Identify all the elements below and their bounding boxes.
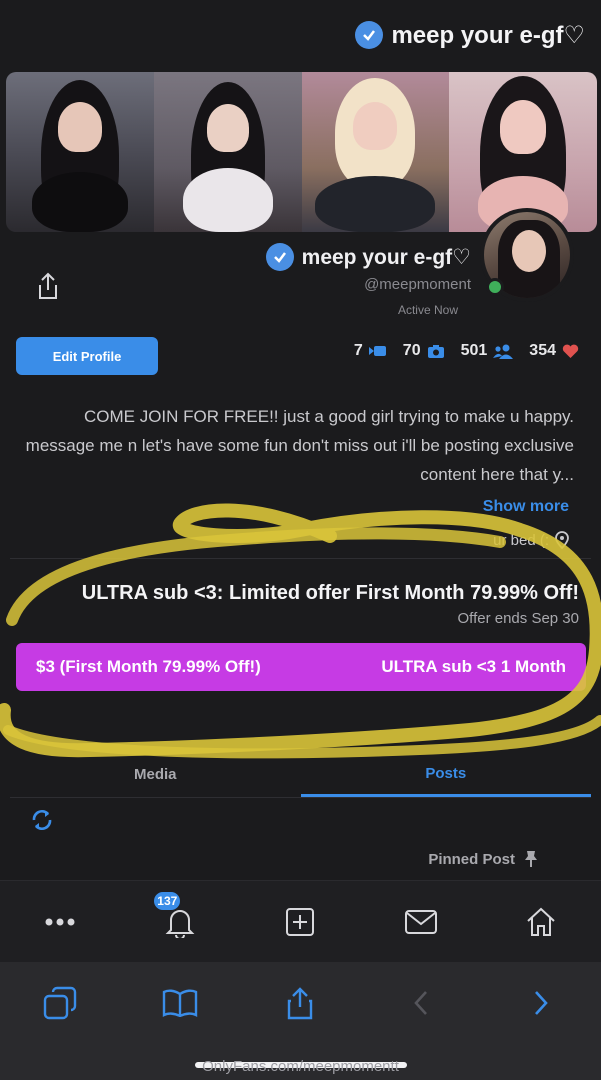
profile-name-row: meep your e-gf♡: [265, 243, 471, 271]
content-tabs: Media Posts: [10, 752, 591, 798]
book-icon: [163, 989, 198, 1017]
more-button[interactable]: [40, 902, 80, 942]
offer-title: ULTRA sub <3: Limited offer First Month …: [81, 582, 579, 604]
mail-icon: [404, 909, 437, 934]
profile-stats: 7 70 501 354: [354, 342, 579, 360]
chevron-left-icon: [413, 991, 427, 1015]
cover-image: [6, 72, 154, 232]
new-post-button[interactable]: [280, 902, 320, 942]
forward-button[interactable]: [401, 983, 441, 1023]
heart-icon: [562, 344, 579, 358]
subscribe-price: $3 (First Month 79.99% Off!): [36, 657, 261, 676]
share-button[interactable]: [34, 270, 62, 302]
home-icon: [527, 907, 555, 936]
refresh-icon[interactable]: [30, 808, 54, 832]
tabs-icon: [43, 986, 77, 1020]
subscribe-button[interactable]: $3 (First Month 79.99% Off!) ULTRA sub <…: [16, 643, 586, 691]
pin-icon: [525, 851, 537, 867]
location: ur bed (:: [493, 531, 569, 549]
cover-image: [153, 72, 302, 232]
cover-image: [301, 72, 450, 232]
plus-square-icon: [286, 907, 315, 936]
tabs-button[interactable]: [40, 983, 80, 1023]
messages-button[interactable]: [401, 902, 441, 942]
active-status: Active Now: [397, 303, 458, 317]
verified-badge-icon: [265, 243, 294, 271]
top-header: meep your e-gf♡: [0, 0, 601, 70]
tab-posts[interactable]: Posts: [300, 752, 591, 797]
chevron-right-icon: [534, 991, 548, 1015]
page-title: meep your e-gf♡: [391, 21, 585, 49]
pinned-post-label: Pinned Post: [428, 850, 539, 868]
share-icon: [39, 272, 57, 299]
verified-badge-icon: [355, 21, 384, 49]
stat-fans[interactable]: 501: [461, 342, 514, 360]
notifications-badge: 137: [152, 889, 183, 912]
notifications-button[interactable]: 137: [152, 889, 200, 942]
profile-handle: @meepmoment: [364, 276, 471, 293]
video-icon: [368, 346, 386, 356]
location-pin-icon: [555, 531, 569, 549]
url-text[interactable]: OnlyFans.com/meepmomentt: [0, 1058, 601, 1075]
stat-photos[interactable]: 70: [403, 342, 445, 360]
show-more-link[interactable]: Show more: [483, 498, 569, 516]
home-button[interactable]: [521, 902, 561, 942]
back-button[interactable]: [521, 983, 561, 1023]
subscribe-plan: ULTRA sub <3 1 Month: [381, 657, 566, 676]
edit-profile-button[interactable]: Edit Profile: [16, 337, 158, 375]
stat-likes[interactable]: 354: [529, 342, 579, 360]
location-text: ur bed (:: [493, 531, 549, 549]
cover-images: [6, 72, 597, 232]
divider: [10, 558, 591, 559]
stat-videos[interactable]: 7: [354, 342, 387, 360]
more-icon: [45, 918, 75, 925]
browser-share-button[interactable]: [280, 983, 320, 1023]
tab-media[interactable]: Media: [10, 752, 301, 797]
share-icon: [288, 987, 313, 1020]
bio-text: COME JOIN FOR FREE!! just a good girl tr…: [25, 407, 574, 484]
bookmarks-button[interactable]: [160, 983, 200, 1023]
offer-ends: Offer ends Sep 30: [457, 610, 579, 627]
online-status-dot: [486, 278, 504, 296]
fans-icon: [493, 344, 514, 359]
app-bottom-nav: 137: [0, 880, 601, 962]
camera-icon: [427, 344, 444, 358]
profile-name: meep your e-gf♡: [301, 245, 471, 269]
